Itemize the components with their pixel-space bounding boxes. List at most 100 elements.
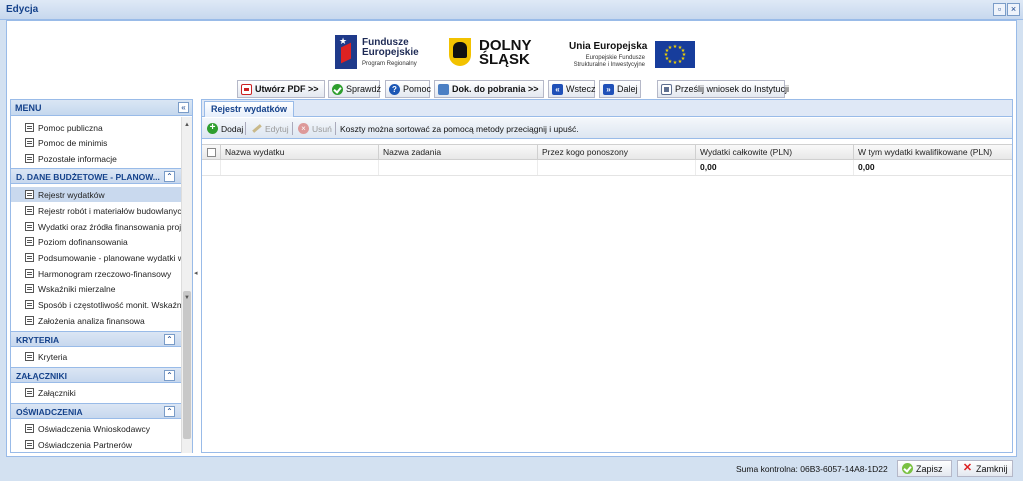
grid-toolbar: + Dodaj Edytuj × Usuń Koszty można sortowa… — [202, 118, 1012, 139]
download-icon — [438, 83, 449, 95]
select-all-column[interactable] — [202, 145, 221, 160]
menu-item[interactable]: Pomoc publiczna — [11, 120, 181, 135]
dolny-slask-logo: DOLNY ŚLĄSK — [449, 37, 541, 71]
menu-section-attachments[interactable]: ZAŁĄCZNIKI ⌃ — [11, 367, 181, 383]
toolbar-separator — [335, 122, 336, 135]
save-icon — [902, 463, 913, 474]
restore-icon[interactable]: ▫ — [993, 3, 1006, 16]
eligible-expenses-value: 0,00 — [858, 162, 875, 172]
form-icon — [25, 388, 34, 397]
fundusze-europejskie-logo: ★ Fundusze Europejskie Program Regionalny — [335, 35, 435, 71]
menu-section-criteria[interactable]: KRYTERIA ⌃ — [11, 331, 181, 347]
download-docs-button[interactable]: Dok. do pobrania >> — [434, 80, 544, 98]
tab-strip: Rejestr wydatków — [202, 100, 1012, 117]
help-button[interactable]: ? Pomoc — [385, 80, 431, 98]
send-document-icon — [661, 83, 672, 95]
form-icon — [25, 237, 34, 246]
delete-button[interactable]: × Usuń — [298, 121, 332, 136]
form-icon — [25, 316, 34, 325]
scroll-down-icon[interactable]: ▼ — [183, 295, 191, 301]
form-icon — [25, 424, 34, 433]
pencil-icon — [251, 123, 262, 134]
checksum-text: Suma kontrolna: 06B3-6057-14A8-1D22 — [736, 464, 888, 474]
scroll-up-icon[interactable]: ▲ — [183, 122, 191, 128]
form-icon — [25, 352, 34, 361]
close-window-icon[interactable]: × — [1007, 3, 1020, 16]
collapse-menu-icon[interactable]: « — [178, 102, 189, 113]
edit-button[interactable]: Edytuj — [251, 121, 289, 136]
menu-item[interactable]: Pozostałe informacje — [11, 151, 181, 166]
menu-item[interactable]: Wskaźniki mierzalne — [11, 281, 181, 296]
menu-item-expense-register[interactable]: Rejestr wydatków — [11, 187, 181, 202]
menu-header: MENU « — [11, 100, 192, 116]
back-button[interactable]: «Wstecz — [548, 80, 596, 98]
menu-item[interactable]: Podsumowanie - planowane wydatki w — [11, 250, 181, 265]
column-header[interactable]: Przez kogo ponoszony — [538, 145, 696, 160]
collapse-section-icon[interactable]: ⌃ — [164, 370, 175, 381]
collapse-section-icon[interactable]: ⌃ — [164, 406, 175, 417]
total-expenses-value: 0,00 — [696, 160, 854, 175]
fe-flag-icon: ★ — [335, 35, 357, 69]
menu-item[interactable]: Sposób i częstotliwość monit. Wskaźn — [11, 297, 181, 312]
close-button[interactable]: ✕ Zamknij — [957, 460, 1013, 477]
menu-scrollbar[interactable]: ▲ ▼ — [181, 117, 192, 453]
send-application-button[interactable]: Prześlij wniosek do Instytucji — [657, 80, 789, 98]
menu-item[interactable]: Załączniki — [11, 385, 181, 400]
column-header[interactable]: W tym wydatki kwalifikowane (PLN) — [854, 145, 1012, 160]
column-header[interactable]: Nazwa wydatku — [221, 145, 379, 160]
pdf-icon — [241, 83, 252, 95]
eagle-shield-icon — [449, 38, 471, 66]
form-icon — [25, 222, 34, 231]
check-button[interactable]: Sprawdź — [328, 80, 381, 98]
form-icon — [25, 154, 34, 163]
help-icon: ? — [389, 83, 400, 95]
column-header[interactable]: Nazwa zadania — [379, 145, 538, 160]
menu-section-budget[interactable]: D. DANE BUDŻETOWE - PLANOW... ⌃ — [11, 168, 181, 184]
menu-section-statements[interactable]: OŚWIADCZENIA ⌃ — [11, 403, 181, 419]
menu-item[interactable]: Oświadczenia Partnerów — [11, 437, 181, 452]
window-titlebar: Edycja ▫ × — [0, 0, 1023, 20]
add-button[interactable]: + Dodaj — [207, 121, 243, 136]
unia-europejska-logo: Unia Europejska Europejskie Fundusze Stru… — [559, 39, 699, 73]
column-header[interactable]: Wydatki całkowite (PLN) — [696, 145, 854, 160]
select-all-checkbox[interactable] — [207, 148, 216, 157]
form-icon — [25, 206, 34, 215]
tab-expense-register[interactable]: Rejestr wydatków — [204, 101, 295, 117]
menu-item[interactable]: Harmonogram rzeczowo-finansowy — [11, 266, 181, 281]
totals-row: 0,00 0,00 — [202, 160, 1012, 176]
form-icon — [25, 253, 34, 262]
eu-flag-icon: ★ ★ ★ ★ ★ ★ ★ ★ ★ ★ ★ ★ — [655, 41, 695, 68]
form-icon — [25, 269, 34, 278]
collapse-section-icon[interactable]: ⌃ — [164, 334, 175, 345]
menu-item[interactable]: Poziom dofinansowania — [11, 234, 181, 249]
form-icon — [25, 300, 34, 309]
form-icon — [25, 284, 34, 293]
svg-text:★: ★ — [673, 60, 678, 66]
collapse-section-icon[interactable]: ⌃ — [164, 171, 175, 182]
check-icon — [332, 83, 343, 95]
menu-item[interactable]: Wydatki oraz źródła finansowania projekt… — [11, 219, 181, 234]
menu-item[interactable]: Kryteria — [11, 349, 181, 364]
grid-header: Nazwa wydatku Nazwa zadania Przez kogo p… — [202, 144, 1012, 160]
expense-register-panel: Rejestr wydatków + Dodaj Edytuj × Usuń Kos… — [201, 99, 1013, 453]
menu-item[interactable]: Rejestr robót i materiałów budowlanych — [11, 203, 181, 218]
form-icon — [25, 190, 34, 199]
create-pdf-button[interactable]: Utwórz PDF >> — [237, 80, 325, 98]
svg-text:★: ★ — [668, 45, 673, 51]
window-title: Edycja — [6, 4, 39, 15]
scrollbar-thumb[interactable] — [183, 291, 191, 439]
next-button[interactable]: » Dalej — [599, 80, 641, 98]
save-button[interactable]: Zapisz — [897, 460, 952, 477]
menu-list: Pomoc publiczna Pomoc de minimis Pozosta… — [11, 117, 181, 453]
panel-splitter[interactable]: ◂ — [194, 99, 200, 453]
splitter-arrow-icon[interactable]: ◂ — [194, 269, 198, 277]
add-icon: + — [207, 123, 218, 134]
footer-bar: Suma kontrolna: 06B3-6057-14A8-1D22 Zapi… — [6, 457, 1017, 479]
menu-item[interactable]: Oświadczenia Wnioskodawcy — [11, 421, 181, 436]
form-icon — [25, 440, 34, 449]
svg-text:★: ★ — [678, 59, 683, 65]
menu-item[interactable]: Założenia analiza finansowa — [11, 313, 181, 328]
close-icon: ✕ — [962, 462, 973, 474]
menu-item[interactable]: Pomoc de minimis — [11, 135, 181, 150]
menu-panel: MENU « Pomoc publiczna Pomoc de minimis … — [10, 99, 193, 453]
